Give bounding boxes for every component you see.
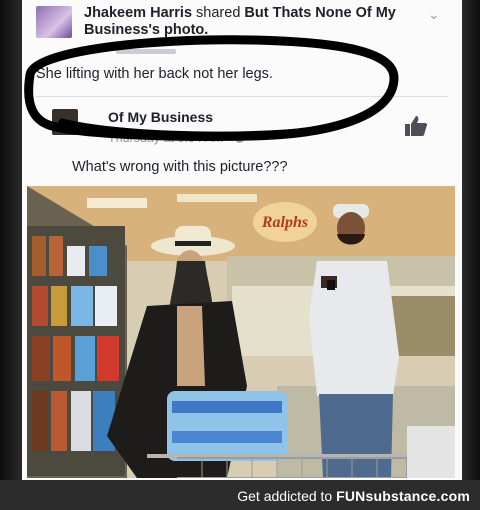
post-comment: She lifting with her back not her legs. [36,66,273,82]
watermark-text[interactable]: Get addicted to FUNsubstance.com [237,488,470,504]
photo-link[interactable]: 's photo. [148,22,208,38]
shared-page-name-label[interactable]: Of My Business [108,109,213,125]
globe-icon [234,132,246,143]
timestamp-text: Thursday at 8:04 AM · [108,131,231,145]
background-strip-right [462,0,480,480]
faded-meta-text [116,49,176,54]
background-strip-left [0,0,22,480]
shared-page-avatar[interactable] [52,109,78,135]
shared-post-caption: What's wrong with this picture??? [72,159,288,175]
post-header: Jhakeem Harris shared But Thats None Of … [22,0,462,46]
watermark-brand: FUNsubstance.com [336,488,470,504]
store-sign: Ralphs [253,202,317,242]
post-header-text: Jhakeem Harris shared But Thats None Of … [84,5,424,39]
thumbs-up-icon[interactable] [404,115,428,137]
shared-post-timestamp[interactable]: Thursday at 8:04 AM · [108,131,246,145]
watermark-footer: Get addicted to FUNsubstance.com [0,480,480,510]
store-sign-text: Ralphs [261,214,308,231]
chevron-down-icon[interactable]: ⌄ [428,6,440,23]
sharer-avatar[interactable] [36,6,72,38]
shared-post: Of My Business Thursday at 8:04 AM · Wha… [36,96,448,188]
watermark-prefix: Get addicted to [237,488,337,504]
grocery-store-photo[interactable]: Ralphs [27,186,455,478]
facebook-post-card: Jhakeem Harris shared But Thats None Of … [22,0,462,480]
sharer-name[interactable]: Jhakeem Harris [84,5,192,21]
share-verb: shared [196,5,241,21]
shelf-items [32,236,119,451]
